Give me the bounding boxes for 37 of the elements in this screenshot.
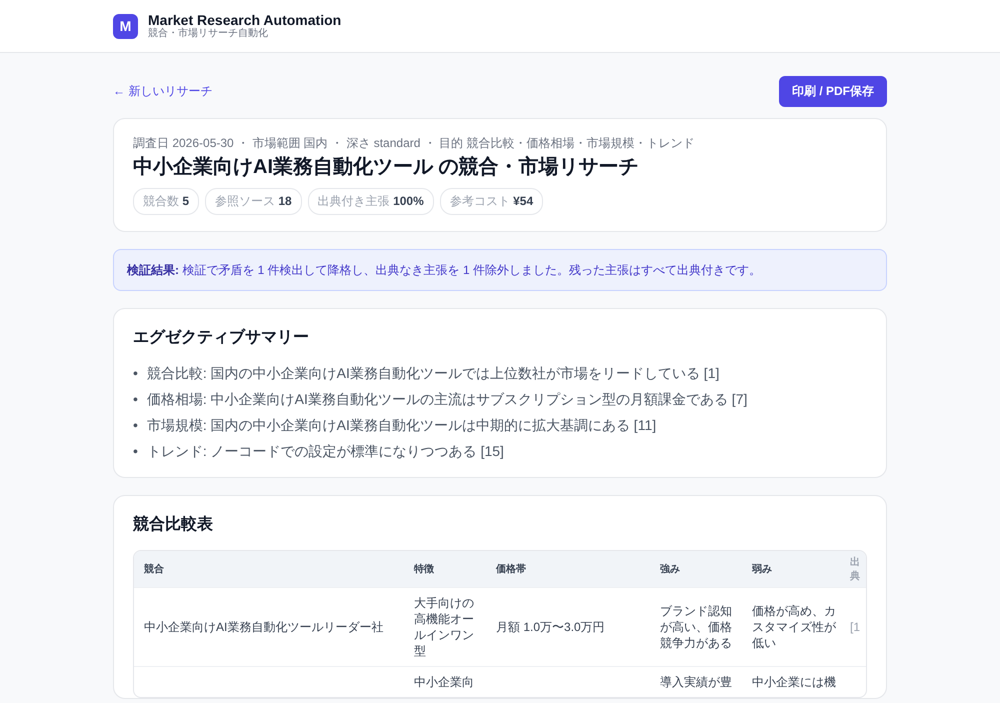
table-cell: 価格が高め、カスタマイズ性が低い [742, 588, 846, 666]
section-heading: 競合比較表 [133, 514, 214, 535]
app-subtitle: 競合・市場リサーチ自動化 [148, 28, 268, 40]
stat-chip: 競合数 5 [133, 188, 200, 215]
table-cell: 中小企業向 [404, 666, 486, 697]
print-button[interactable]: 印刷 / PDF保存 [778, 76, 887, 107]
bullet: • [133, 390, 138, 409]
app-logo: M [113, 14, 138, 38]
summary-item: 競合比較: 国内の中小企業向けAI業務自動化ツールでは上位数社が市場をリードしている [1] [146, 364, 720, 383]
table-cell: 中小企業には機 [742, 666, 846, 697]
column-header: 出典 [846, 551, 866, 588]
stat-chip: 参照ソース 18 [205, 188, 302, 215]
column-header: 特徴 [404, 551, 486, 588]
bullet: • [133, 364, 138, 383]
column-header: 競合 [134, 551, 404, 588]
column-header: 価格帯 [486, 551, 650, 588]
column-header: 強み [650, 551, 742, 588]
report-meta: 調査日 2026-05-30 ・ 市場範囲 国内 ・ 深さ standard ・ 目的 競合比較・価格相場・市場規模・トレンド [133, 135, 696, 151]
summary-item: トレンド: ノーコードでの設定が標準になりつつある [15] [146, 442, 504, 461]
report-title: 中小企業向けAI業務自動化ツール の競合・市場リサーチ [133, 155, 640, 179]
summary-item: 価格相場: 中小企業向けAI業務自動化ツールの主流はサブスクリプション型の月額課金である [7] [146, 390, 748, 409]
summary-item: 市場規模: 国内の中小企業向けAI業務自動化ツールは中期的に拡大基調にある [11] [146, 416, 656, 435]
table-cell: 中小企業向けAI業務自動化ツールリーダー社 [134, 588, 404, 666]
table-cell: 導入実績が豊 [650, 666, 742, 697]
bullet: • [133, 416, 138, 435]
back-link[interactable]: ← 新しいリサーチ [113, 83, 212, 100]
stat-chip: 参考コスト ¥54 [440, 188, 544, 215]
table-cell: [1 [846, 588, 866, 666]
table-cell: 大手向けの高機能オールインワン型 [404, 588, 486, 666]
verification-notice: 検証結果: 検証で矛盾を 1 件検出して降格し、出典なき主張を 1 件除外しました。残った主張はすべて出典付きです。 [113, 249, 887, 291]
stat-chip: 出典付き主張 100% [308, 188, 434, 215]
app-title: Market Research Automation [148, 12, 342, 28]
bullet: • [133, 442, 138, 461]
section-heading: エグゼクティブサマリー [133, 327, 310, 348]
column-header: 弱み [742, 551, 846, 588]
table-cell: 月額 1.0万〜3.0万円 [486, 588, 650, 666]
table-cell: ブランド認知が高い、価格競争力がある [650, 588, 742, 666]
